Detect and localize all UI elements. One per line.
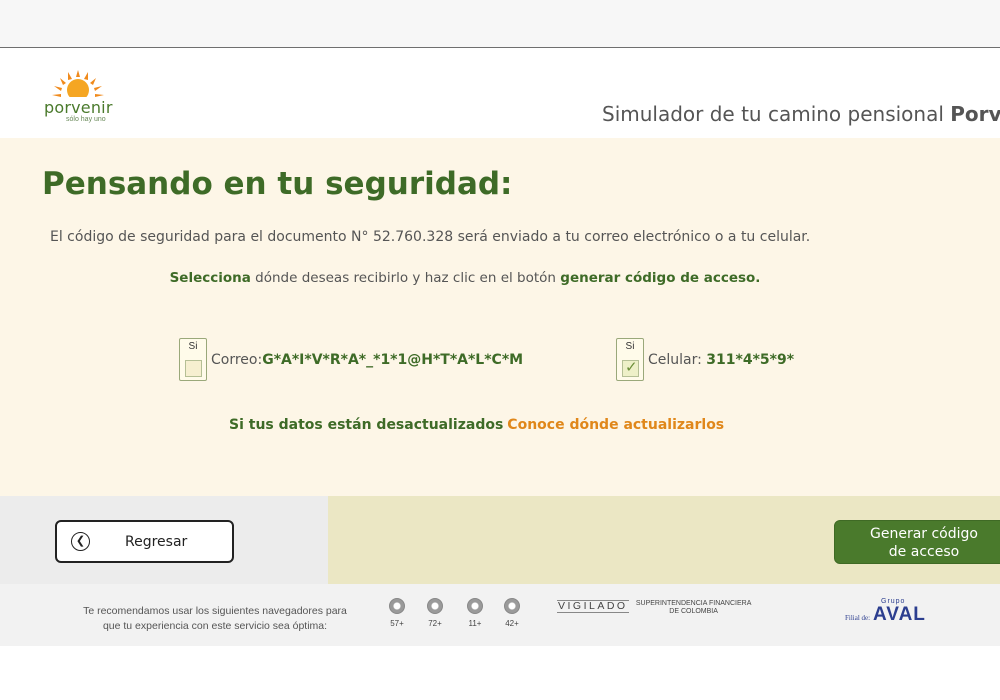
phone-checkbox[interactable]: Si ✓ <box>616 338 644 381</box>
generate-code-line2: de acceso <box>888 544 960 560</box>
simulator-title-text: Simulador de tu camino pensional <box>602 102 944 126</box>
phone-value: 311*4*5*9* <box>706 351 795 368</box>
back-button[interactable]: ❮ Regresar <box>55 520 234 563</box>
ie-icon <box>467 598 483 614</box>
phone-checkbox-badge: Si <box>625 341 635 352</box>
browser-firefox: 72+ <box>420 598 450 628</box>
page-header: porvenir sólo hay uno Simulador de tu ca… <box>0 48 1000 138</box>
chrome-version: 57+ <box>390 619 404 628</box>
top-bar <box>0 0 1000 48</box>
page-footer: Te recomendamos usar los siguientes nave… <box>0 584 1000 646</box>
update-data-link[interactable]: Conoce dónde actualizarlos <box>507 417 724 433</box>
edge-version: 42+ <box>505 619 519 628</box>
brand-name: porvenir <box>44 98 113 117</box>
ie-version: 11+ <box>468 619 482 628</box>
simulator-title: Simulador de tu camino pensional Porve <box>602 102 1000 126</box>
vigilado-badge: VIGILADO SUPERINTENDENCIA FINANCIERA DE … <box>557 600 755 616</box>
instructions-middle: dónde deseas recibirlo y haz clic en el … <box>250 270 561 286</box>
email-checkbox[interactable]: Si <box>179 338 207 381</box>
aval-wordmark: AVAL <box>873 604 926 625</box>
email-checkbox-box[interactable] <box>185 360 202 377</box>
instructions-text: Selecciona dónde deseas recibirlo y haz … <box>0 270 930 286</box>
instructions-select: Selecciona <box>169 270 251 286</box>
phone-label: Celular: <box>648 351 707 368</box>
email-value: G*A*I*V*R*A*_*1*1@H*T*A*L*C*M <box>262 351 524 368</box>
outdated-text: Si tus datos están desactualizados <box>229 417 504 433</box>
security-panel: Pensando en tu seguridad: El código de s… <box>0 138 1000 496</box>
email-option: Si Correo:G*A*I*V*R*A*_*1*1@H*T*A*L*C*M <box>179 338 523 381</box>
browser-ie: 11+ <box>460 598 490 628</box>
superfinanciera-line2: DE COLOMBIA <box>669 608 718 615</box>
aval-filial-text: Filial de: <box>845 614 871 622</box>
recommendation-line2: que tu experiencia con este servicio sea… <box>102 620 328 632</box>
firefox-version: 72+ <box>428 619 442 628</box>
phone-option: Si ✓ Celular: 311*4*5*9* <box>616 338 794 381</box>
brand-tagline: sólo hay uno <box>66 116 106 123</box>
recommendation-line1: Te recomendamos usar los siguientes nave… <box>83 605 347 617</box>
vigilado-text: VIGILADO <box>557 600 629 613</box>
porvenir-logo[interactable]: porvenir sólo hay uno <box>40 64 120 126</box>
intro-text: El código de seguridad para el documento… <box>50 229 811 245</box>
email-label: Correo: <box>211 351 263 368</box>
edge-icon <box>504 598 520 614</box>
browser-chrome: 57+ <box>382 598 412 628</box>
simulator-title-brand: Porve <box>950 102 1000 126</box>
email-checkbox-badge: Si <box>188 341 198 352</box>
actions-bar-right: Generar código de acceso <box>328 496 1000 584</box>
grupo-aval-logo: Grupo Filial de: AVAL <box>845 598 955 628</box>
checkmark-icon: ✓ <box>625 359 638 376</box>
instructions-action: generar código de acceso. <box>560 270 761 286</box>
browser-edge: 42+ <box>497 598 527 628</box>
superfinanciera-text: SUPERINTENDENCIA FINANCIERA DE COLOMBIA <box>633 600 755 616</box>
chevron-left-icon: ❮ <box>71 532 90 551</box>
actions-bar-left: ❮ Regresar <box>0 496 328 584</box>
generate-code-button[interactable]: Generar código de acceso <box>834 520 1000 564</box>
browser-recommendation: Te recomendamos usar los siguientes nave… <box>70 604 360 634</box>
phone-checkbox-box[interactable]: ✓ <box>622 359 639 377</box>
phone-option-label: Celular: 311*4*5*9* <box>648 352 794 368</box>
superfinanciera-line1: SUPERINTENDENCIA FINANCIERA <box>635 600 752 607</box>
page-title: Pensando en tu seguridad: <box>42 166 513 202</box>
firefox-icon <box>427 598 443 614</box>
chrome-icon <box>389 598 405 614</box>
generate-code-line1: Generar código <box>870 526 978 542</box>
outdated-data-notice: Si tus datos están desactualizados Conoce… <box>229 417 724 433</box>
back-button-label: Regresar <box>125 533 188 550</box>
email-option-label: Correo:G*A*I*V*R*A*_*1*1@H*T*A*L*C*M <box>211 352 523 368</box>
